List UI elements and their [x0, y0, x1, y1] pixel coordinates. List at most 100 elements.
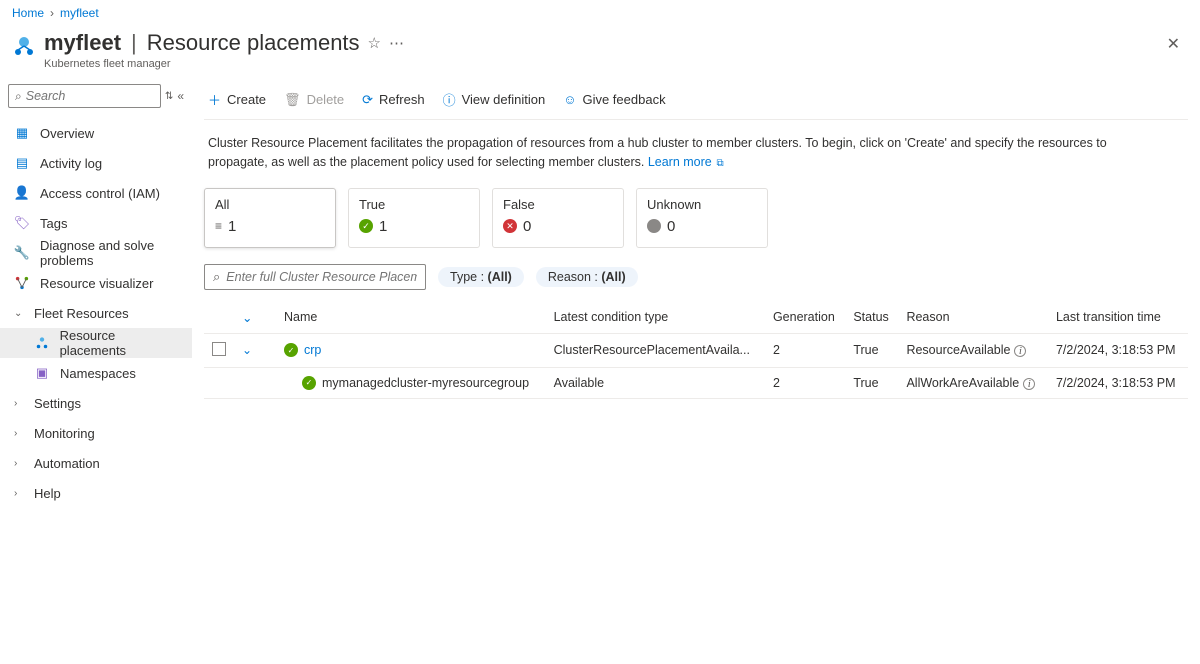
refresh-button[interactable]: ⟳ Refresh — [362, 92, 424, 108]
info-icon[interactable]: i — [1014, 345, 1026, 357]
toolbar: ＋ Create 🗑 Delete ⟳ Refresh ⓘ View defin… — [204, 80, 1188, 120]
more-icon[interactable]: ⋯ — [389, 34, 404, 52]
view-definition-button[interactable]: ⓘ View definition — [443, 90, 546, 109]
external-link-icon: ⧉ — [714, 158, 724, 169]
card-false[interactable]: False ✕ 0 — [492, 188, 624, 248]
filter-search[interactable]: ⌕ — [204, 264, 426, 290]
favorite-icon[interactable]: ☆ — [368, 34, 381, 52]
learn-more-label: Learn more — [648, 155, 712, 169]
cell-generation: 2 — [765, 333, 845, 367]
column-latest[interactable]: Latest condition type — [546, 302, 765, 334]
toolbar-label: Refresh — [379, 92, 425, 107]
column-reason[interactable]: Reason — [898, 302, 1048, 334]
chevron-right-icon: › — [14, 488, 24, 499]
sidebar-item-namespaces[interactable]: ▣ Namespaces — [0, 358, 192, 388]
sidebar-item-label: Help — [34, 486, 61, 501]
status-success-icon: ✓ — [302, 376, 316, 390]
breadcrumb-home[interactable]: Home — [12, 6, 44, 20]
success-icon: ✓ — [359, 219, 373, 233]
chevron-down-icon: ⌄ — [242, 311, 252, 325]
expand-icon[interactable]: ⌄ — [242, 343, 252, 357]
sidebar-item-settings[interactable]: › Settings — [0, 388, 192, 418]
toolbar-label: Create — [227, 92, 266, 107]
column-last[interactable]: Last transition time — [1048, 302, 1188, 334]
sidebar-item-monitoring[interactable]: › Monitoring — [0, 418, 192, 448]
sidebar-item-label: Tags — [40, 216, 67, 231]
card-value: 1 — [379, 218, 387, 235]
cell-reason: ResourceAvailablei — [898, 333, 1048, 367]
info-icon: ⓘ — [443, 90, 456, 109]
sidebar-collapse-icon[interactable]: « — [177, 89, 184, 103]
filter-type-pill[interactable]: Type : (All) — [438, 267, 524, 287]
status-cards: All ≡ 1 True ✓ 1 False ✕ 0 — [204, 182, 1188, 262]
sidebar-item-label: Overview — [40, 126, 94, 141]
sidebar-item-automation[interactable]: › Automation — [0, 448, 192, 478]
info-icon[interactable]: i — [1023, 378, 1035, 390]
sidebar-sort-icon[interactable]: ⇅ — [165, 91, 173, 102]
close-icon[interactable]: ✕ — [1159, 30, 1188, 58]
toolbar-label: View definition — [462, 92, 546, 107]
sidebar-item-diagnose[interactable]: 🔧 Diagnose and solve problems — [0, 238, 192, 268]
row-name-link[interactable]: crp — [304, 343, 321, 357]
cell-status: True — [845, 367, 898, 398]
feedback-button[interactable]: ☺ Give feedback — [563, 92, 665, 107]
main-content: ＋ Create 🗑 Delete ⟳ Refresh ⓘ View defin… — [192, 80, 1200, 508]
sidebar-item-overview[interactable]: ▦ Overview — [0, 118, 192, 148]
visualizer-icon — [14, 276, 30, 290]
row-checkbox[interactable] — [212, 342, 226, 356]
sidebar-item-placements[interactable]: Resource placements — [0, 328, 192, 358]
title-separator: | — [131, 30, 137, 56]
cell-last-transition: 7/2/2024, 3:18:53 PM — [1048, 367, 1188, 398]
description: Cluster Resource Placement facilitates t… — [204, 120, 1144, 182]
sidebar-search-input[interactable] — [26, 89, 154, 103]
learn-more-link[interactable]: Learn more ⧉ — [648, 155, 724, 169]
sidebar-item-help[interactable]: › Help — [0, 478, 192, 508]
card-true[interactable]: True ✓ 1 — [348, 188, 480, 248]
sort-header[interactable]: ⌄ — [234, 302, 276, 334]
sidebar-item-tags[interactable]: 🏷 Tags — [0, 208, 192, 238]
cell-last-transition: 7/2/2024, 3:18:53 PM — [1048, 333, 1188, 367]
card-unknown[interactable]: Unknown 0 — [636, 188, 768, 248]
cell-status: True — [845, 333, 898, 367]
overview-icon: ▦ — [14, 125, 30, 141]
toolbar-label: Delete — [307, 92, 345, 107]
search-icon: ⌕ — [15, 89, 22, 104]
cell-reason: AllWorkAreAvailablei — [898, 367, 1048, 398]
sidebar-item-iam[interactable]: 👤 Access control (IAM) — [0, 178, 192, 208]
card-all[interactable]: All ≡ 1 — [204, 188, 336, 248]
trash-icon: 🗑 — [284, 92, 301, 108]
sidebar-item-activity[interactable]: ▤ Activity log — [0, 148, 192, 178]
column-generation[interactable]: Generation — [765, 302, 845, 334]
filter-row: ⌕ Type : (All) Reason : (All) — [204, 262, 1188, 302]
sidebar-item-label: Resource placements — [60, 328, 182, 358]
sidebar-item-fleet[interactable]: ⌄ Fleet Resources — [0, 298, 192, 328]
sidebar-item-label: Diagnose and solve problems — [40, 238, 182, 268]
chevron-right-icon: › — [14, 428, 24, 439]
create-button[interactable]: ＋ Create — [208, 90, 266, 109]
column-name[interactable]: Name — [276, 302, 546, 334]
toolbar-label: Give feedback — [582, 92, 665, 107]
activity-icon: ▤ — [14, 155, 30, 171]
page-section: Resource placements — [147, 30, 360, 56]
sidebar: ⌕ ⇅ « ▦ Overview ▤ Activity log 👤 Access… — [0, 80, 192, 508]
card-label: True — [359, 197, 469, 212]
sidebar-item-visualizer[interactable]: Resource visualizer — [0, 268, 192, 298]
breadcrumb-resource[interactable]: myfleet — [60, 6, 99, 20]
filter-reason-pill[interactable]: Reason : (All) — [536, 267, 638, 287]
diagnose-icon: 🔧 — [14, 245, 30, 261]
page-header: myfleet | Resource placements ☆ ⋯ Kubern… — [0, 26, 1200, 80]
breadcrumb: Home › myfleet — [0, 0, 1200, 26]
search-icon: ⌕ — [213, 269, 220, 285]
sidebar-item-label: Resource visualizer — [40, 276, 153, 291]
pill-label: Reason : — [548, 270, 602, 284]
placements-icon — [34, 336, 50, 350]
chevron-right-icon: › — [14, 398, 24, 409]
page-subtitle: Kubernetes fleet manager — [44, 58, 1159, 70]
column-status[interactable]: Status — [845, 302, 898, 334]
sidebar-item-label: Settings — [34, 396, 81, 411]
table-row: ⌄✓crpClusterResourcePlacementAvaila...2T… — [204, 333, 1188, 367]
card-value: 1 — [228, 218, 236, 235]
sidebar-item-label: Monitoring — [34, 426, 95, 441]
sidebar-search[interactable]: ⌕ — [8, 84, 161, 108]
filter-search-input[interactable] — [226, 270, 417, 284]
